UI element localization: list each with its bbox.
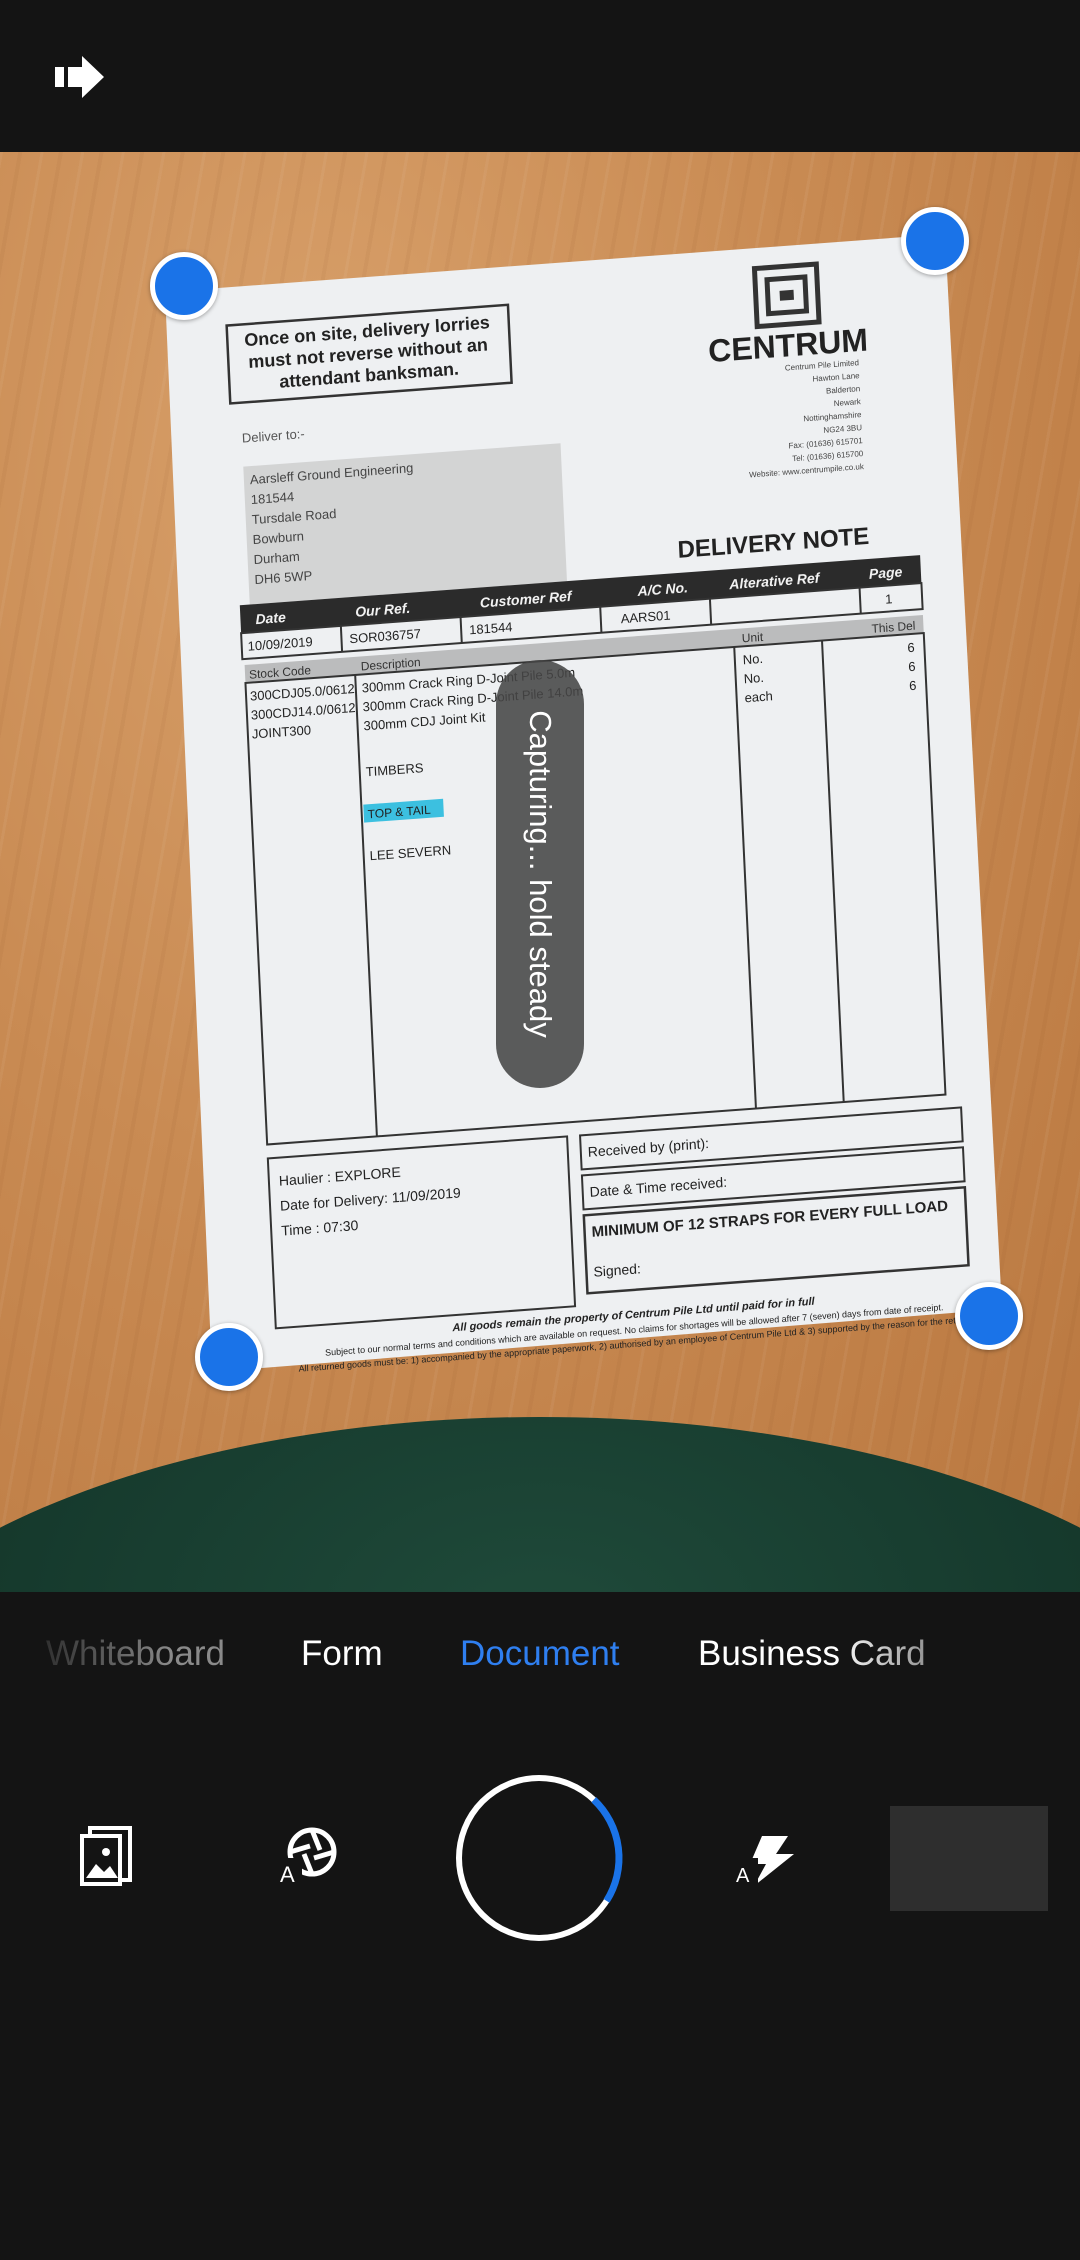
top-bar	[0, 0, 1080, 152]
svg-text:No.: No.	[742, 651, 763, 667]
camera-viewfinder[interactable]: Once on site, delivery lorries must not …	[0, 152, 1080, 1592]
shutter-button[interactable]	[454, 1773, 624, 1943]
svg-text:Unit: Unit	[742, 630, 765, 646]
flash-auto-icon[interactable]: A	[734, 1834, 798, 1886]
last-capture-thumbnail[interactable]	[890, 1806, 1048, 1911]
crop-handle-top-left[interactable]	[150, 252, 218, 320]
capture-mode-selector: Whiteboard Form Document Business Card	[0, 1592, 1080, 1712]
exit-arrow-icon[interactable]	[52, 50, 106, 104]
svg-text:No.: No.	[743, 670, 764, 686]
svg-text:each: each	[744, 688, 773, 705]
mode-document[interactable]: Document	[460, 1634, 620, 1674]
mode-business-card[interactable]: Business Card	[698, 1634, 926, 1674]
svg-text:181544: 181544	[469, 619, 513, 637]
svg-text:A: A	[280, 1862, 295, 1886]
import-photo-icon[interactable]	[76, 1822, 138, 1888]
svg-text:Page: Page	[869, 563, 903, 581]
crop-handle-bottom-left[interactable]	[195, 1323, 263, 1391]
capture-status-text: Capturing... hold steady	[523, 710, 558, 1038]
crop-handle-bottom-right[interactable]	[955, 1282, 1023, 1350]
mode-whiteboard[interactable]: Whiteboard	[46, 1634, 225, 1674]
svg-text:A: A	[736, 1865, 750, 1886]
svg-text:6: 6	[908, 659, 916, 675]
capture-status-pill: Capturing... hold steady	[496, 660, 584, 1088]
svg-text:6: 6	[907, 640, 915, 656]
svg-text:Date: Date	[255, 609, 286, 627]
crop-handle-top-right[interactable]	[901, 207, 969, 275]
auto-capture-icon[interactable]: A	[276, 1822, 340, 1886]
capture-progress-arc	[591, 1797, 623, 1903]
svg-text:6: 6	[909, 678, 917, 694]
svg-text:181544: 181544	[250, 489, 294, 507]
mode-form[interactable]: Form	[301, 1634, 383, 1674]
svg-text:1: 1	[885, 591, 893, 607]
